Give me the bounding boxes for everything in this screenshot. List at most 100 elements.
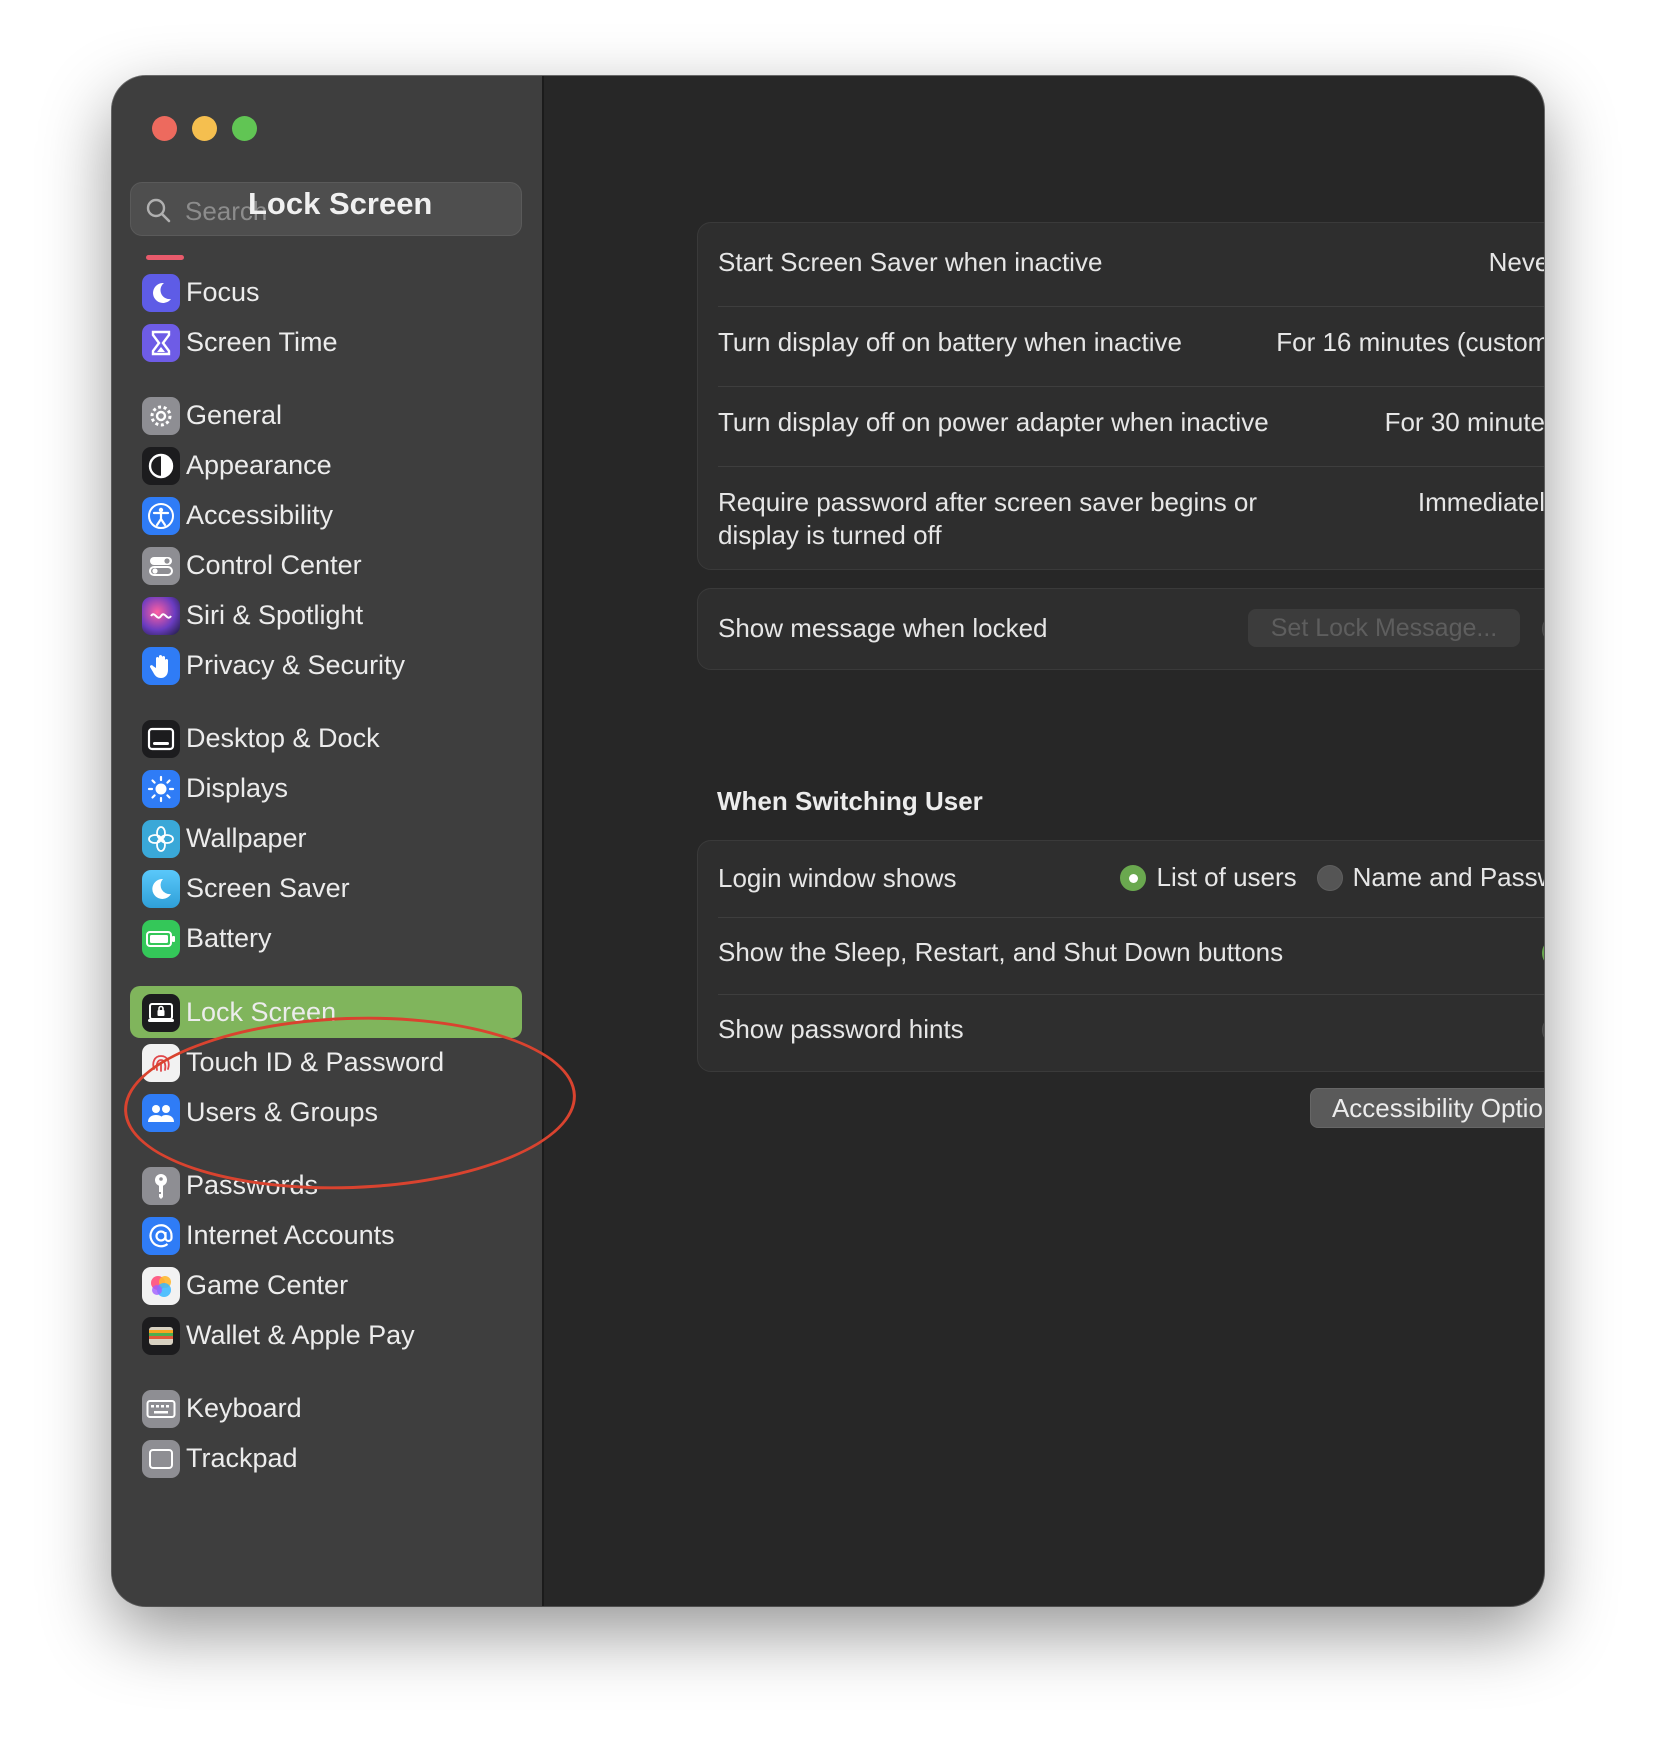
sleep-restart-shutdown-toggle[interactable] (1542, 938, 1544, 968)
sidebar-item-accessibility[interactable]: Accessibility (130, 489, 522, 541)
login-window-radio-group: List of users Name and Password (1120, 862, 1544, 893)
sidebar-item-control-center[interactable]: Control Center (130, 539, 522, 591)
sidebar-item-game-center[interactable]: Game Center (130, 1259, 522, 1311)
sidebar-item-trackpad[interactable]: Trackpad (130, 1432, 522, 1484)
sidebar-item-label: Screen Time (186, 327, 338, 357)
setting-row: Show password hints (718, 1010, 1544, 1050)
section-title: When Switching User (717, 786, 983, 816)
keyboard-icon (142, 1390, 180, 1428)
setting-row: Show message when locked Set Lock Messag… (718, 609, 1544, 649)
moon-icon (142, 274, 180, 312)
sidebar-item-label: Battery (186, 923, 272, 953)
settings-window: Search Focus Screen Time General Appeara… (112, 76, 1544, 1606)
sidebar-item-label: Wallet & Apple Pay (186, 1320, 415, 1350)
accessibility-options-button[interactable]: Accessibility Options... (1310, 1088, 1544, 1128)
trackpad-icon (142, 1440, 180, 1478)
screensaver-icon (142, 870, 180, 908)
sidebar-item-label: Accessibility (186, 500, 334, 530)
appearance-icon (142, 447, 180, 485)
divider (718, 466, 1544, 467)
sidebar-item-displays[interactable]: Displays (130, 762, 522, 814)
sidebar-item-label: Trackpad (186, 1443, 298, 1473)
minimize-button[interactable] (192, 116, 217, 141)
popup-value: For 16 minutes (custom) (1276, 326, 1544, 357)
adapter-display-off-popup[interactable]: For 30 minutes (1385, 406, 1544, 438)
key-icon (142, 1167, 180, 1205)
show-message-toggle[interactable] (1542, 614, 1544, 644)
popup-value: Immediately (1417, 486, 1544, 517)
sidebar-item-label: Game Center (186, 1270, 349, 1300)
sidebar-item-label: Control Center (186, 550, 362, 580)
setting-row: Require password after screen saver begi… (718, 483, 1544, 553)
setting-label: Turn display off on power adapter when i… (718, 407, 1269, 437)
sidebar-item-siri-spotlight[interactable]: Siri & Spotlight (130, 589, 522, 641)
sidebar-item-desktop-dock[interactable]: Desktop & Dock (130, 712, 522, 764)
switching-user-group: Login window shows List of users Name an… (697, 840, 1544, 1072)
radio-button-selected[interactable] (1120, 864, 1147, 891)
battery-icon (142, 920, 180, 958)
setting-row: Start Screen Saver when inactive Never (718, 243, 1544, 283)
password-hints-toggle[interactable] (1542, 1015, 1544, 1045)
screen-settings-group: Start Screen Saver when inactive Never T… (697, 222, 1544, 570)
gear-icon (142, 397, 180, 435)
sidebar-item-screen-saver[interactable]: Screen Saver (130, 862, 522, 914)
setting-row: Turn display off on battery when inactiv… (718, 323, 1544, 363)
close-button[interactable] (152, 116, 177, 141)
sidebar-item-label: General (186, 400, 283, 430)
sidebar-item-wallet[interactable]: Wallet & Apple Pay (130, 1309, 522, 1361)
sidebar-item-appearance[interactable]: Appearance (130, 439, 522, 491)
divider (718, 917, 1544, 918)
sidebar-item-wallpaper[interactable]: Wallpaper (130, 812, 522, 864)
sidebar-item-label: Desktop & Dock (186, 723, 380, 753)
radio-list-of-users[interactable]: List of users (1120, 862, 1297, 893)
zoom-button[interactable] (232, 116, 257, 141)
sidebar-item-label: Siri & Spotlight (186, 600, 364, 630)
set-lock-message-button[interactable]: Set Lock Message... (1248, 609, 1520, 647)
setting-row: Turn display off on power adapter when i… (718, 403, 1544, 443)
setting-label: Turn display off on battery when inactiv… (718, 327, 1182, 357)
lock-screen-icon (142, 994, 180, 1032)
sidebar-item-label: Displays (186, 773, 289, 803)
divider (718, 994, 1544, 995)
radio-name-and-password[interactable]: Name and Password (1316, 862, 1544, 893)
game-center-icon (142, 1267, 180, 1305)
setting-label: Require password after screen saver begi… (718, 487, 1258, 550)
setting-label: Login window shows (718, 863, 957, 893)
flower-icon (142, 820, 180, 858)
scrolled-item-edge (146, 255, 184, 260)
setting-row: Login window shows List of users Name an… (718, 858, 1544, 898)
sidebar-item-privacy-security[interactable]: Privacy & Security (130, 639, 522, 691)
setting-row: Show the Sleep, Restart, and Shut Down b… (718, 933, 1544, 973)
page-title: Lock Screen (248, 186, 433, 221)
sidebar-item-screen-time[interactable]: Screen Time (130, 316, 522, 368)
sidebar-item-battery[interactable]: Battery (130, 912, 522, 964)
screen-saver-popup[interactable]: Never (1489, 246, 1544, 278)
sidebar-item-focus[interactable]: Focus (130, 266, 522, 318)
sidebar-item-label: Privacy & Security (186, 650, 406, 680)
sun-icon (142, 770, 180, 808)
sidebar-item-label: Screen Saver (186, 873, 350, 903)
radio-label: Name and Password (1352, 862, 1544, 892)
wallet-icon (142, 1317, 180, 1355)
divider (718, 306, 1544, 307)
setting-label: Start Screen Saver when inactive (718, 247, 1103, 277)
setting-label: Show the Sleep, Restart, and Shut Down b… (718, 937, 1284, 967)
toggles-icon (142, 547, 180, 585)
siri-icon (142, 597, 180, 635)
sidebar-item-label: Appearance (186, 450, 332, 480)
sidebar-item-internet-accounts[interactable]: Internet Accounts (130, 1209, 522, 1261)
radio-button[interactable] (1316, 864, 1343, 891)
sidebar: Search Focus Screen Time General Appeara… (112, 76, 544, 1606)
accessibility-icon (142, 497, 180, 535)
sidebar-item-general[interactable]: General (130, 389, 522, 441)
battery-display-off-popup[interactable]: For 16 minutes (custom) (1276, 326, 1544, 358)
setting-label: Show message when locked (718, 613, 1048, 643)
sidebar-item-label: Keyboard (186, 1393, 302, 1423)
sidebar-item-label: Wallpaper (186, 823, 307, 853)
sidebar-scroll-fade (112, 1576, 540, 1606)
sidebar-item-label: Focus (186, 277, 260, 307)
popup-value: For 30 minutes (1384, 406, 1544, 437)
main-pane: Lock Screen Start Screen Saver when inac… (248, 76, 1544, 1606)
require-password-popup[interactable]: Immediately (1418, 486, 1544, 518)
sidebar-item-keyboard[interactable]: Keyboard (130, 1382, 522, 1434)
